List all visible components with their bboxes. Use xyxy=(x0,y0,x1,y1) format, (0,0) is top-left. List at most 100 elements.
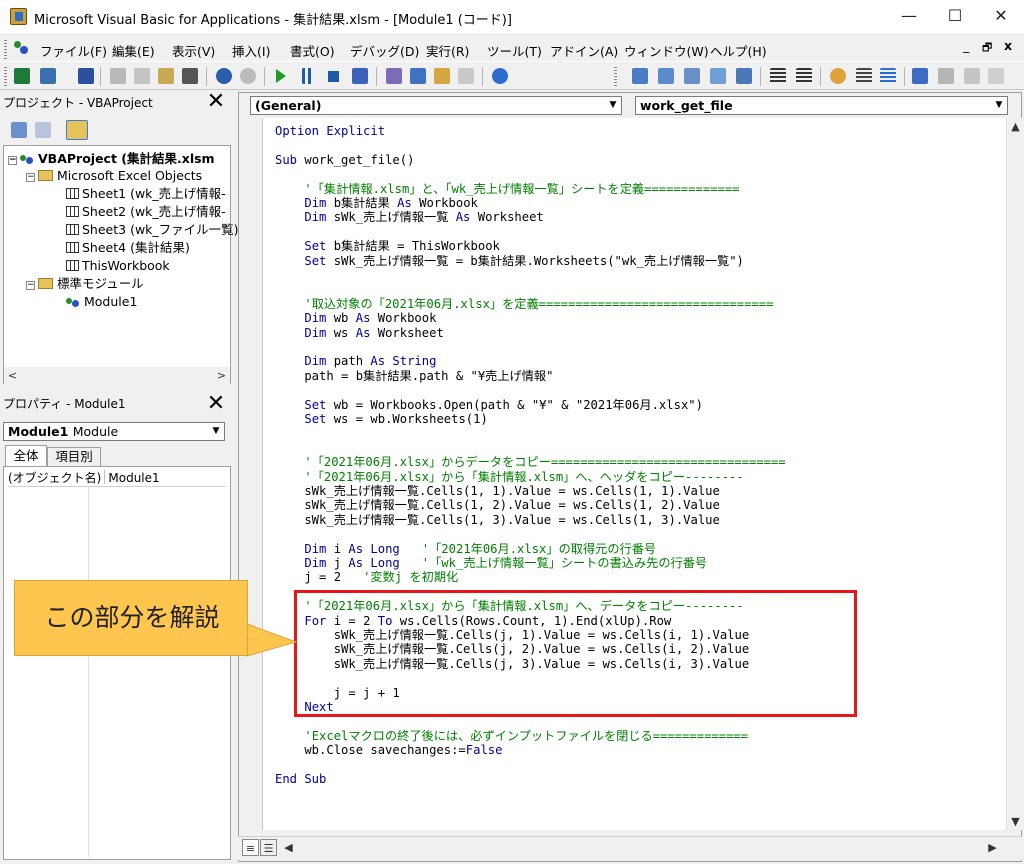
menu-edit[interactable]: 編集(E) xyxy=(112,41,155,60)
code-line[interactable]: Dim b集計結果 As Workbook xyxy=(275,196,478,210)
menu-view[interactable]: 表示(V) xyxy=(172,41,215,60)
code-line[interactable]: Sub work_get_file() xyxy=(275,153,414,167)
tree-sheet3[interactable]: Sheet3 (wk_ファイル一覧) xyxy=(66,221,239,238)
help-icon[interactable] xyxy=(492,68,508,84)
tree-module1[interactable]: Module1 xyxy=(66,293,137,310)
code-line[interactable]: Option Explicit xyxy=(275,124,385,138)
toggle-bookmark-icon[interactable] xyxy=(912,68,928,84)
toggle-breakpoint-icon[interactable] xyxy=(830,68,846,84)
doc-minimize-button[interactable]: _ xyxy=(963,38,969,53)
menu-window[interactable]: ウィンドウ(W) xyxy=(624,41,709,60)
copy-icon[interactable] xyxy=(134,68,150,84)
project-panel-close-icon[interactable]: ✕ xyxy=(206,91,226,113)
toggle-folders-icon[interactable] xyxy=(66,120,88,140)
doc-restore-button[interactable]: 🗗 xyxy=(982,39,992,58)
code-line[interactable]: sWk_売上げ情報一覧.Cells(1, 1).Value = ws.Cells… xyxy=(275,484,720,498)
view-object-icon[interactable] xyxy=(35,122,51,138)
clear-bookmarks-icon[interactable] xyxy=(988,68,1004,84)
break-icon[interactable] xyxy=(302,68,312,84)
minimize-button[interactable]: — xyxy=(886,0,932,34)
tree-sheet4[interactable]: Sheet4 (集計結果) xyxy=(66,239,190,256)
code-line[interactable]: Dim ws As Worksheet xyxy=(275,326,443,340)
scroll-right-icon[interactable]: ▶ xyxy=(984,839,1001,856)
code-line[interactable]: Set wb = Workbooks.Open(path & "¥" & "20… xyxy=(275,398,703,412)
menu-file[interactable]: ファイル(F) xyxy=(40,41,107,60)
code-line[interactable]: Dim sWk_売上げ情報一覧 As Worksheet xyxy=(275,210,543,224)
code-margin-indicator-bar[interactable] xyxy=(242,118,263,830)
object-browser-icon[interactable] xyxy=(434,68,450,84)
uncomment-block-icon[interactable] xyxy=(880,68,896,84)
full-module-view-icon[interactable]: ☰ xyxy=(260,839,277,856)
tab-category[interactable]: 項目別 xyxy=(47,447,101,466)
code-line[interactable]: j = 2 '変数j を初期化 xyxy=(275,570,458,584)
list-properties-icon[interactable] xyxy=(632,68,648,84)
design-mode-icon[interactable] xyxy=(352,68,368,84)
tree-standard-modules[interactable]: − 標準モジュール xyxy=(26,275,144,292)
code-line[interactable]: '「2021年06月.xlsx」から「集計情報.xlsm」へ、ヘッダをコピー--… xyxy=(275,470,743,484)
quick-info-icon[interactable] xyxy=(684,68,700,84)
collapse-icon[interactable]: − xyxy=(26,281,35,290)
chevron-down-icon[interactable]: ▼ xyxy=(605,97,621,114)
paste-icon[interactable] xyxy=(158,68,174,84)
view-code-icon[interactable] xyxy=(11,122,27,138)
excel-menu-icon[interactable] xyxy=(12,39,30,56)
menu-debug[interactable]: デバッグ(D) xyxy=(350,41,419,60)
comment-block-icon[interactable] xyxy=(856,68,872,84)
menu-insert[interactable]: 挿入(I) xyxy=(232,41,270,60)
code-line[interactable]: Dim j As Long '「wk_売上げ情報一覧」シートの書込み先の行番号 xyxy=(275,556,707,570)
menubar-grip[interactable] xyxy=(4,40,7,59)
scroll-left-icon[interactable]: ◀ xyxy=(280,839,297,856)
code-line[interactable]: '取込対象の「2021年06月.xlsx」を定義================… xyxy=(275,297,773,311)
code-line[interactable]: End Sub xyxy=(275,772,326,786)
tree-sheet2[interactable]: Sheet2 (wk_売上げ情報- xyxy=(66,203,226,220)
scroll-up-icon[interactable]: ▲ xyxy=(1007,118,1024,135)
code-line[interactable]: sWk_売上げ情報一覧.Cells(1, 2).Value = ws.Cells… xyxy=(275,498,720,512)
code-line[interactable]: '「集計情報.xlsm」と、「wk_売上げ情報一覧」シートを定義========… xyxy=(275,182,739,196)
close-button[interactable]: ✕ xyxy=(978,0,1024,34)
scroll-right-icon[interactable]: > xyxy=(213,367,230,384)
edit-toolbar-grip[interactable] xyxy=(614,67,617,86)
scroll-down-icon[interactable]: ▼ xyxy=(1007,813,1024,830)
scroll-left-icon[interactable]: < xyxy=(4,367,21,384)
outdent-icon[interactable] xyxy=(796,68,812,84)
chevron-down-icon[interactable]: ▼ xyxy=(208,423,224,440)
code-line[interactable]: wb.Close savechanges:=False xyxy=(275,743,502,757)
tree-thisworkbook[interactable]: ThisWorkbook xyxy=(66,257,170,274)
project-explorer-icon[interactable] xyxy=(386,68,402,84)
menu-help[interactable]: ヘルプ(H) xyxy=(710,41,767,60)
code-line[interactable]: Set b集計結果 = ThisWorkbook xyxy=(275,239,500,253)
view-excel-icon[interactable] xyxy=(14,68,30,84)
code-line[interactable]: Dim wb As Workbook xyxy=(275,311,436,325)
complete-word-icon[interactable] xyxy=(736,68,752,84)
property-value[interactable]: Module1 xyxy=(108,471,159,485)
cut-icon[interactable] xyxy=(110,68,126,84)
object-combo[interactable]: (General) ▼ xyxy=(250,96,622,115)
code-line[interactable]: sWk_売上げ情報一覧.Cells(1, 3).Value = ws.Cells… xyxy=(275,513,720,527)
properties-object-combo[interactable]: Module1 Module ▼ xyxy=(3,422,225,441)
menu-addins[interactable]: アドイン(A) xyxy=(550,41,618,60)
code-line[interactable]: Set sWk_売上げ情報一覧 = b集計結果.Worksheets("wk_売… xyxy=(275,254,744,268)
collapse-icon[interactable]: − xyxy=(8,156,17,165)
properties-window-icon[interactable] xyxy=(410,68,426,84)
property-row[interactable]: (オブジェクト名) Module1 xyxy=(8,470,226,487)
menu-format[interactable]: 書式(O) xyxy=(290,41,335,60)
tree-sheet1[interactable]: Sheet1 (wk_売上げ情報- xyxy=(66,185,226,202)
toolbox-icon[interactable] xyxy=(458,68,474,84)
procedure-combo[interactable]: work_get_file ▼ xyxy=(635,96,1008,115)
parameter-info-icon[interactable] xyxy=(710,68,726,84)
maximize-button[interactable]: ☐ xyxy=(932,0,978,34)
code-line[interactable]: path = b集計結果.path & "¥売上げ情報" xyxy=(275,369,553,383)
project-horizontal-scrollbar[interactable]: < > xyxy=(4,367,230,384)
reset-icon[interactable] xyxy=(328,71,339,82)
next-bookmark-icon[interactable] xyxy=(938,68,954,84)
code-line[interactable]: Dim i As Long '「2021年06月.xlsx」の取得元の行番号 xyxy=(275,542,656,556)
code-line[interactable]: 'Excelマクロの終了後には、必ずインプットファイルを閉じる=========… xyxy=(275,729,748,743)
menu-tools[interactable]: ツール(T) xyxy=(487,41,542,60)
toolbar-grip[interactable] xyxy=(4,67,7,86)
undo-icon[interactable] xyxy=(216,68,232,84)
save-icon[interactable] xyxy=(78,68,94,84)
menu-run[interactable]: 実行(R) xyxy=(426,41,469,60)
doc-close-button[interactable]: x xyxy=(1004,38,1012,53)
tree-excel-objects[interactable]: − Microsoft Excel Objects xyxy=(26,167,202,184)
find-icon[interactable] xyxy=(182,68,198,84)
